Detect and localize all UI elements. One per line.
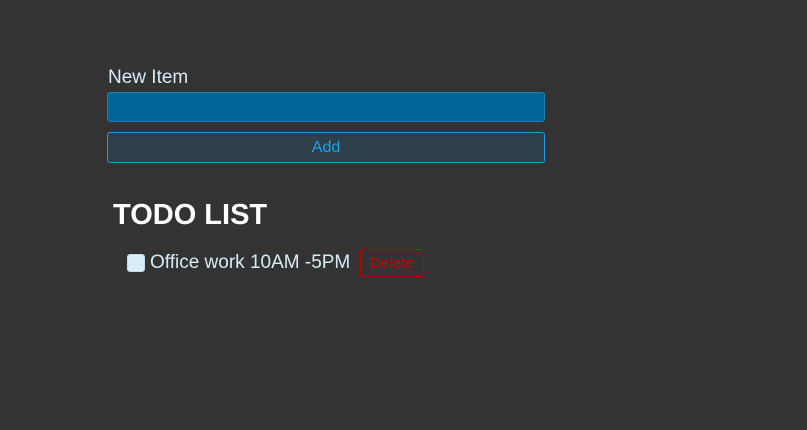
todo-app: New Item Add TODO LIST Office work 10AM …	[0, 0, 807, 430]
new-item-form: New Item Add	[107, 67, 545, 163]
delete-button[interactable]: Delete	[360, 249, 424, 277]
todo-item: Office work 10AM -5PM Delete	[127, 249, 424, 277]
new-item-input[interactable]	[107, 92, 545, 122]
new-item-label: New Item	[108, 67, 189, 88]
todo-list-title: TODO LIST	[113, 199, 268, 231]
todo-checkbox[interactable]	[127, 254, 145, 272]
add-button[interactable]: Add	[107, 132, 545, 163]
todo-item-text: Office work 10AM -5PM	[150, 252, 351, 273]
todo-list: Office work 10AM -5PM Delete	[127, 249, 424, 277]
